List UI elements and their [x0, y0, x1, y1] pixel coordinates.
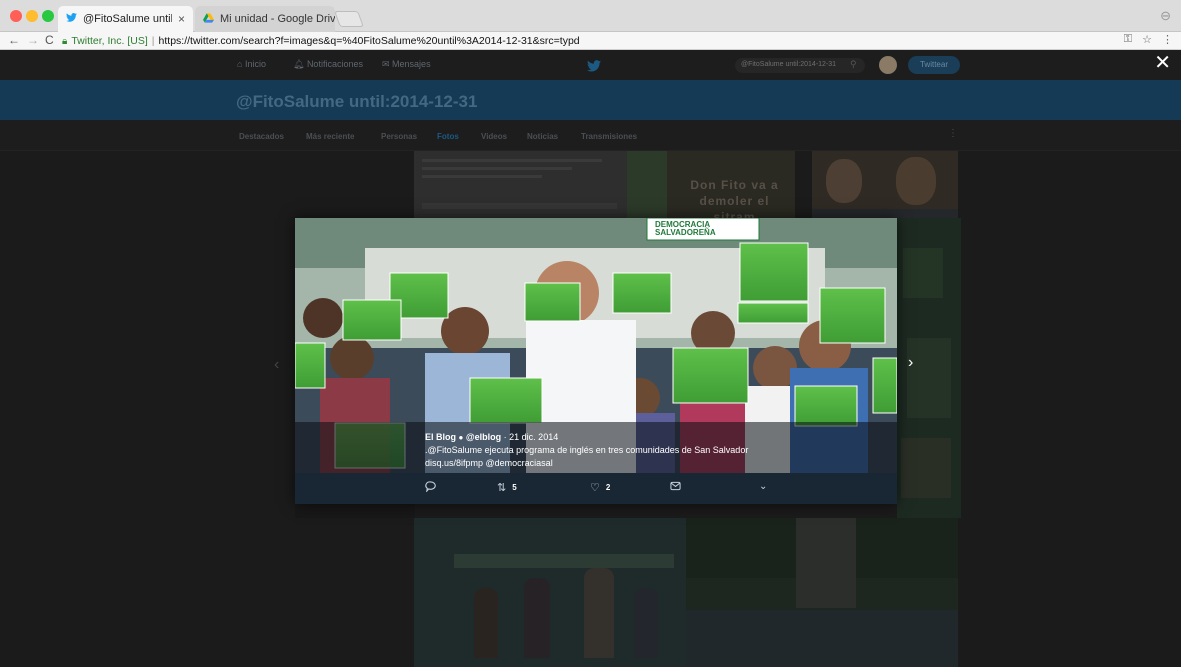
- minimize-window-button[interactable]: [26, 10, 38, 22]
- new-tab-button[interactable]: [334, 11, 364, 27]
- news-headline-text: Don Fito va a demoler el sitram: [690, 178, 779, 218]
- more-chevron-down-icon[interactable]: ⌄: [759, 481, 767, 492]
- tweet-header: El Blog ● @elblog · 21 dic. 2014: [425, 432, 558, 442]
- more-options-icon[interactable]: ⋮: [948, 128, 958, 139]
- nav-messages-label: Mensajes: [392, 59, 431, 69]
- photo-tile[interactable]: Don Fito va a demoler el sitram: [627, 151, 795, 218]
- tab-videos[interactable]: Videos: [481, 132, 507, 141]
- photo-tile[interactable]: [897, 218, 961, 518]
- twitter-logo-icon[interactable]: [587, 59, 601, 77]
- google-drive-icon: [203, 12, 214, 26]
- nav-notifications-label: Notificaciones: [306, 59, 363, 69]
- photo-banner-text: DEMOCRACIA SALVADOREÑA: [655, 220, 716, 237]
- maximize-window-button[interactable]: [42, 10, 54, 22]
- nav-home-label: Inicio: [244, 59, 266, 69]
- browser-toolbar: ← → C 🔒︎ Twitter, Inc. [US] | https://tw…: [0, 32, 1181, 50]
- retweet-button[interactable]: ⇅ 5: [497, 481, 517, 494]
- next-photo-icon[interactable]: ›: [908, 354, 913, 372]
- twitter-nav: ⌂ Inicio 🔔︎ Notificaciones ✉ Mensajes @F…: [0, 50, 1181, 80]
- browser-tab-strip: @FitoSalume until:2014-12-31 × Mi unidad…: [0, 0, 1181, 32]
- photo-lightbox: DEMOCRACIA SALVADOREÑA El Blog ● @elblog…: [295, 218, 897, 504]
- twitter-bird-icon: [66, 13, 77, 25]
- tab-noticias[interactable]: Noticias: [527, 132, 558, 141]
- direct-message-icon[interactable]: [670, 481, 681, 491]
- search-icon[interactable]: ⚲: [850, 59, 857, 70]
- address-separator: |: [151, 35, 155, 47]
- close-tab-icon[interactable]: ×: [178, 12, 185, 26]
- tweet-date[interactable]: · 21 dic. 2014: [504, 432, 559, 442]
- security-label: Twitter, Inc. [US]: [71, 35, 148, 47]
- heart-icon: ♡: [590, 482, 600, 494]
- tweet-actions: ⇅ 5 ♡ 2 ⌄: [295, 473, 897, 504]
- photo-tile[interactable]: [414, 151, 627, 218]
- browser-tab-drive[interactable]: Mi unidad - Google Drive ×: [195, 6, 335, 32]
- like-button[interactable]: ♡ 2: [590, 481, 610, 494]
- tab-destacados[interactable]: Destacados: [239, 132, 284, 141]
- key-icon[interactable]: ⚿: [1124, 33, 1132, 46]
- nav-messages[interactable]: ✉ Mensajes: [382, 59, 431, 70]
- tab-transmisiones[interactable]: Transmisiones: [581, 132, 637, 141]
- close-lightbox-icon[interactable]: ✕: [1154, 53, 1171, 73]
- reload-icon[interactable]: C: [45, 33, 54, 47]
- tweet-author-name[interactable]: El Blog: [425, 432, 456, 442]
- tab-mas-reciente[interactable]: Más reciente: [306, 132, 354, 141]
- avatar[interactable]: [879, 56, 897, 74]
- photo-tile[interactable]: [812, 151, 958, 218]
- photo-tile[interactable]: [414, 518, 686, 667]
- retweet-count: 5: [512, 483, 517, 492]
- lock-icon: 🔒︎: [62, 35, 68, 47]
- toolbar-right: ⚿ ☆ ⋮: [1124, 33, 1173, 46]
- tweet-caption: El Blog ● @elblog · 21 dic. 2014 .@FitoS…: [295, 422, 897, 473]
- nav-notifications[interactable]: 🔔︎ Notificaciones: [293, 59, 363, 70]
- star-icon[interactable]: ☆: [1142, 33, 1152, 46]
- address-bar[interactable]: 🔒︎ Twitter, Inc. [US] | https://twitter.…: [62, 33, 1112, 49]
- search-banner: @FitoSalume until:2014-12-31: [0, 80, 1181, 120]
- menu-icon[interactable]: ⋮: [1162, 33, 1173, 46]
- page: { "browser": { "tabs": [ {"title": "@Fit…: [0, 0, 1181, 667]
- back-icon[interactable]: ←: [8, 33, 20, 47]
- close-window-button[interactable]: [10, 10, 22, 22]
- search-tabs: Destacados Más reciente Personas Fotos V…: [0, 120, 1181, 151]
- browser-tab-title: Mi unidad - Google Drive: [220, 13, 335, 25]
- photo-tile[interactable]: [686, 518, 958, 667]
- tweet-button[interactable]: Twittear: [908, 56, 960, 74]
- browser-tab-twitter[interactable]: @FitoSalume until:2014-12-31 ×: [58, 6, 193, 32]
- like-count: 2: [605, 483, 611, 492]
- reply-icon[interactable]: [425, 481, 436, 492]
- search-input[interactable]: @FitoSalume until:2014-12-31: [735, 58, 865, 73]
- search-banner-title: @FitoSalume until:2014-12-31: [236, 92, 478, 111]
- browser-tab-title: @FitoSalume until:2014-12-31: [83, 13, 172, 25]
- retweet-icon: ⇅: [497, 482, 507, 494]
- verified-badge-icon: ●: [458, 433, 464, 442]
- tweet-links[interactable]: disq.us/8ifpmp @democraciasal: [425, 458, 553, 468]
- previous-photo-icon[interactable]: ‹: [274, 356, 279, 374]
- tweet-text: .@FitoSalume ejecuta programa de inglés …: [425, 445, 749, 455]
- profile-icon[interactable]: ⊖: [1160, 8, 1171, 24]
- nav-home[interactable]: ⌂ Inicio: [237, 59, 266, 69]
- tab-personas[interactable]: Personas: [381, 132, 417, 141]
- tweet-author-handle[interactable]: @elblog: [466, 432, 501, 442]
- url-text: https://twitter.com/search?f=images&q=%4…: [158, 35, 580, 47]
- tab-fotos[interactable]: Fotos: [437, 132, 459, 141]
- forward-icon[interactable]: →: [27, 33, 39, 47]
